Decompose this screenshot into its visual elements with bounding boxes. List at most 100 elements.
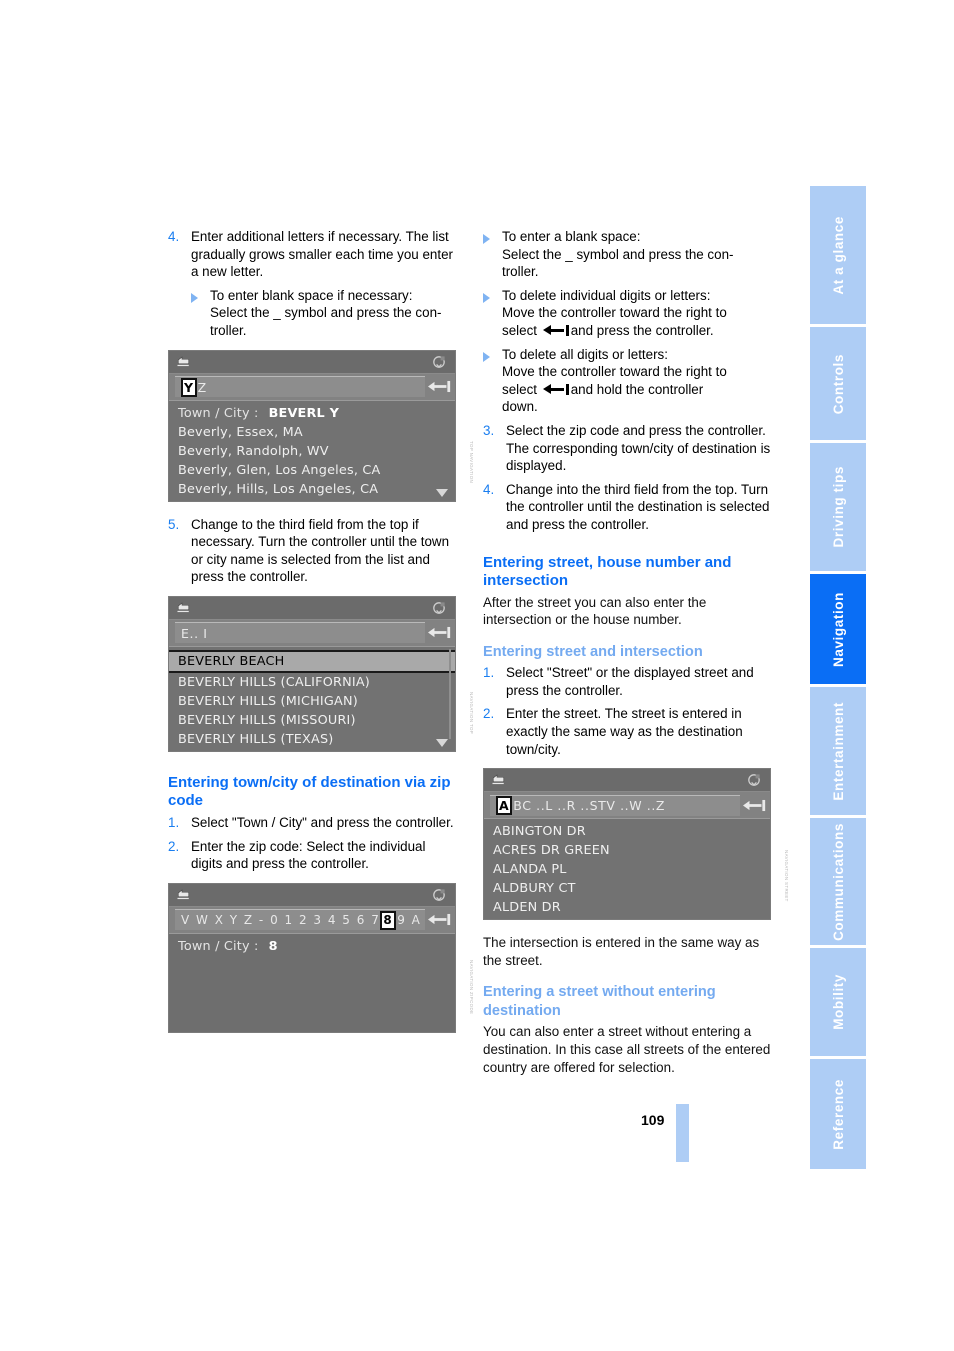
list-item[interactable]: ACRES DR GREEN	[484, 841, 770, 860]
list-item[interactable]: ALDBURY CT	[484, 879, 770, 898]
heading-entering-zip: Entering town/city of destination via zi…	[168, 773, 451, 810]
step-number: 1.	[483, 665, 495, 681]
sidebar-tab-mobility[interactable]: Mobility	[810, 948, 866, 1057]
step-text: Select "Town / City" and press the contr…	[191, 814, 454, 830]
list-item[interactable]: Beverly, Glen, Los Angeles, CA	[169, 461, 455, 480]
figure-street-entry: A BC ..L ..R ..STV ..W ..Z ABINGTON DR AC…	[483, 768, 789, 921]
bullet-line-1: To delete all digits or letters:	[502, 346, 668, 362]
figure-zip-code-entry: V W X Y Z - 0 1 2 3 4 5 6 7 89 A O U Á T…	[168, 882, 474, 1033]
list-item[interactable]: ALANDA PL	[484, 860, 770, 879]
letter-input-field[interactable]: E.. I	[175, 622, 425, 644]
scrollbar-track[interactable]	[449, 648, 451, 739]
step-item: 4. Enter additional letters if necessary…	[168, 228, 456, 281]
bullet-line-2: Move the controller toward the right to	[502, 305, 727, 321]
sidebar-tab-reference[interactable]: Reference	[810, 1059, 866, 1170]
triangle-bullet-icon	[483, 228, 502, 281]
screen-result-list[interactable]: Town / City : BEVERL Y Beverly, Essex, MA…	[169, 400, 455, 501]
figure-watermark: NAVIGATION ZIPCODE	[469, 960, 474, 1015]
sidebar-tab-label: Navigation	[830, 591, 846, 667]
list-item-selected[interactable]: BEVERLY BEACH	[169, 649, 455, 673]
sidebar-tab-at-a-glance[interactable]: At a glance	[810, 186, 866, 325]
screen-result-list[interactable]: BEVERLY BEACH BEVERLY HILLS (CALIFORNIA)…	[169, 646, 455, 751]
selected-character[interactable]: Y	[181, 377, 197, 397]
bullet-text: To enter blank space if necessary: Selec…	[210, 287, 456, 340]
sidebar-tab-driving-tips[interactable]: Driving tips	[810, 442, 866, 572]
list-item[interactable]: Beverly, Hills, Los Angeles, CA	[169, 480, 455, 499]
backspace-button[interactable]	[740, 792, 770, 818]
scroll-down-arrow-icon[interactable]	[436, 738, 448, 747]
street-without-destination-text: You can also enter a street without ente…	[483, 1024, 771, 1075]
idrive-screen: E.. I BEVERLY BEACH BEVERLY HILLS (CALIF…	[168, 595, 456, 752]
heading-entering-street: Entering street, house number and inters…	[483, 553, 732, 590]
list-item[interactable]: BEVERLY HILLS (MISSOURI)	[169, 711, 455, 730]
screen-input-row[interactable]: E.. I	[169, 619, 455, 647]
list-item-label: Town / City :	[178, 405, 259, 421]
subheading-street-intersection: Entering street and intersection	[483, 643, 703, 660]
screen-input-row[interactable]: YZ	[169, 373, 455, 401]
step-item: 2. Enter the zip code: Select the indivi…	[168, 838, 456, 873]
sidebar-tab-label: At a glance	[830, 215, 846, 295]
back-arrow-icon[interactable]	[491, 773, 506, 786]
sidebar-tab-controls[interactable]: Controls	[810, 327, 866, 440]
list-item[interactable]: Beverly, Essex, MA	[169, 423, 455, 442]
screen-header	[169, 883, 455, 907]
bullet-line-3: troller.	[502, 264, 539, 280]
letter-input-field[interactable]: YZ	[175, 376, 425, 398]
list-item[interactable]: BEVERLY HILLS (MICHIGAN)	[169, 692, 455, 711]
sidebar-tab-label: Driving tips	[830, 466, 846, 548]
subheading-street-without-destination: Entering a street without entering desti…	[483, 984, 716, 1019]
triangle-bullet-icon	[483, 287, 502, 340]
figure-town-city-result-list: E.. I BEVERLY BEACH BEVERLY HILLS (CALIF…	[168, 595, 474, 752]
back-arrow-icon[interactable]	[176, 601, 191, 614]
step-text: Select "Street" or the displayed street …	[506, 665, 754, 698]
bullet-line-1: To delete individual digits or letters:	[502, 287, 711, 303]
left-text-column: 4. Enter additional letters if necessary…	[168, 228, 474, 1047]
selected-character[interactable]: A	[496, 796, 513, 816]
step-number: 4.	[168, 229, 180, 244]
bullet-line-3-post: and press the controller.	[570, 322, 714, 338]
list-item[interactable]: Town / City : 8	[169, 937, 455, 956]
screen-input-row[interactable]: V W X Y Z - 0 1 2 3 4 5 6 7 89 A O U Á	[169, 906, 455, 934]
list-item[interactable]: ABINGTON DR	[484, 822, 770, 841]
step-number: 3.	[483, 422, 495, 438]
screen-header	[484, 769, 770, 793]
list-item[interactable]: BEVERLY HILLS (CALIFORNIA)	[169, 673, 455, 692]
list-item-value: BEVERL Y	[268, 405, 340, 421]
backspace-button[interactable]	[425, 374, 455, 400]
idrive-screen: A BC ..L ..R ..STV ..W ..Z ABINGTON DR AC…	[483, 768, 771, 921]
screen-result-list[interactable]: ABINGTON DR ACRES DR GREEN ALANDA PL ALD…	[484, 819, 770, 920]
screen-result-list[interactable]: Town / City : 8	[169, 933, 455, 1032]
backspace-glyph-icon	[542, 324, 569, 336]
scroll-down-arrow-icon[interactable]	[436, 488, 448, 497]
list-item[interactable]: Town / City : BEVERL Y	[169, 404, 455, 423]
backspace-button[interactable]	[425, 620, 455, 646]
figure-watermark: NAVIGATION TOP	[469, 691, 474, 734]
sidebar-tab-communications[interactable]: Communications	[810, 817, 866, 946]
backspace-button[interactable]	[425, 907, 455, 933]
step-text: Select the zip code and press the contro…	[506, 422, 771, 474]
sidebar-tab-entertainment[interactable]: Entertainment	[810, 687, 866, 815]
back-arrow-icon[interactable]	[176, 355, 191, 368]
bullet-text: To enter a blank space: Select the _ sym…	[502, 228, 771, 281]
letter-input-field[interactable]: A BC ..L ..R ..STV ..W ..Z	[490, 794, 740, 816]
list-item-value: 8	[268, 938, 278, 954]
triangle-bullet-icon	[191, 287, 210, 340]
selected-character[interactable]: 8	[380, 910, 397, 930]
screen-input-row[interactable]: A BC ..L ..R ..STV ..W ..Z	[484, 792, 770, 820]
list-item[interactable]: BEVERLY HILLS (TEXAS)	[169, 730, 455, 749]
remaining-characters: BC ..L ..R ..STV ..W ..Z	[513, 798, 666, 814]
back-arrow-icon[interactable]	[176, 888, 191, 901]
step-number: 4.	[483, 481, 495, 497]
screen-header	[169, 350, 455, 374]
sidebar-tab-label: Communications	[830, 822, 846, 941]
figure-watermark: NAVIGATION STREET	[784, 850, 789, 903]
digits-after-cursor: 9 A O U Á	[397, 913, 425, 928]
step-item: 1. Select "Town / City" and press the co…	[168, 814, 456, 832]
list-item-label: Town / City :	[178, 938, 259, 954]
step-text: Enter the street. The street is entered …	[506, 706, 743, 757]
sidebar-tab-navigation[interactable]: Navigation	[810, 574, 866, 685]
idrive-screen: V W X Y Z - 0 1 2 3 4 5 6 7 89 A O U Á T…	[168, 882, 456, 1033]
digit-input-field[interactable]: V W X Y Z - 0 1 2 3 4 5 6 7 89 A O U Á	[175, 909, 425, 931]
list-item[interactable]: ALDEN DR	[484, 898, 770, 917]
list-item[interactable]: Beverly, Randolph, WV	[169, 442, 455, 461]
